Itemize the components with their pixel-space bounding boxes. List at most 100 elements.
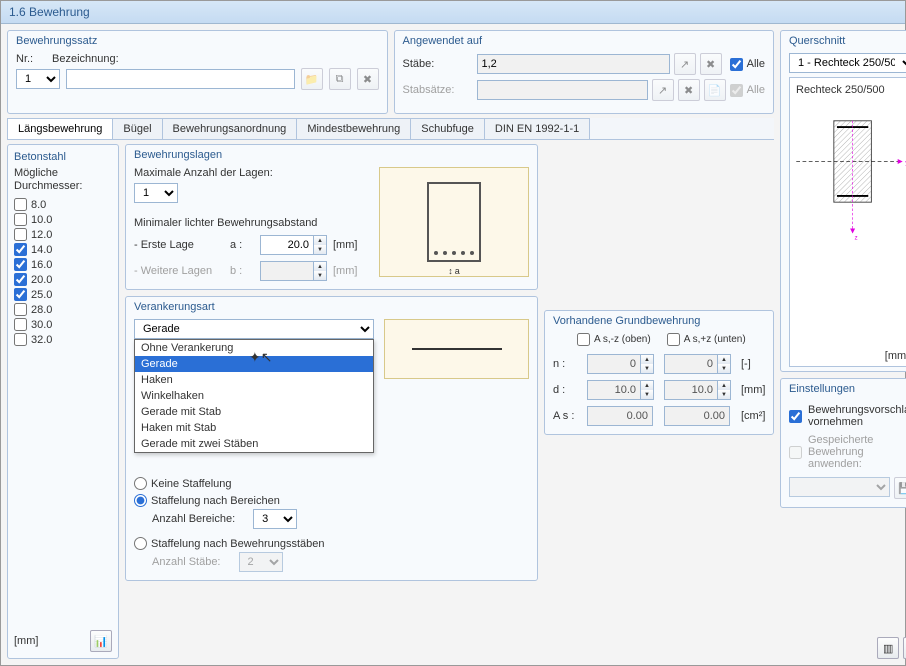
legend-betonstahl: Betonstahl: [14, 151, 112, 163]
save-icon[interactable]: 💾: [894, 477, 906, 499]
gespeichert-checkbox: [789, 446, 802, 459]
asz-unten-checkbox[interactable]: [667, 333, 680, 346]
legend-querschnitt: Querschnitt: [789, 35, 906, 47]
diam-10[interactable]: [14, 213, 27, 226]
radio-staffelung-bereich[interactable]: [134, 494, 147, 507]
b-symbol: b :: [230, 265, 254, 277]
a-symbol: a :: [230, 239, 254, 251]
a-unit: [mm]: [333, 239, 369, 251]
nr-label: Nr.:: [16, 53, 46, 65]
max-lagen-select[interactable]: 1: [134, 183, 178, 203]
clear-icon[interactable]: ✖: [700, 53, 722, 75]
diam-12[interactable]: [14, 228, 27, 241]
stabe-input[interactable]: [477, 54, 670, 74]
opt-ohne[interactable]: Ohne Verankerung: [135, 340, 373, 356]
verankerung-preview: [384, 319, 529, 379]
group-grundbewehrung: Vorhandene Grundbewehrung A s,-z (oben) …: [544, 310, 774, 435]
diam-sub-label: Mögliche Durchmesser:: [14, 167, 112, 193]
erste-lage-label: - Erste Lage: [134, 239, 224, 251]
verankerung-dropdown-wrap: Gerade Ohne Verankerung Gerade Haken Win…: [134, 319, 374, 379]
group-einstellungen: Einstellungen Bewehrungsvorschlag vorneh…: [780, 378, 906, 508]
stabe-label: Stäbe:: [403, 58, 473, 70]
opt-haken[interactable]: Haken: [135, 372, 373, 388]
opt-winkelhaken[interactable]: Winkelhaken: [135, 388, 373, 404]
qs-unit: [mm]: [885, 350, 906, 362]
d-unit: [mm]: [741, 384, 775, 396]
tab-panel: Betonstahl Mögliche Durchmesser: 8.0 10.…: [7, 144, 774, 659]
as1-input: [587, 406, 653, 426]
clear-icon[interactable]: ✖: [678, 79, 700, 101]
min-abstand-label: Minimaler lichter Bewehrungsabstand: [134, 217, 369, 229]
diam-8[interactable]: [14, 198, 27, 211]
opt-haken-stab[interactable]: Haken mit Stab: [135, 420, 373, 436]
anzahl-stabe-select: 2: [239, 552, 283, 572]
as-unit: [cm²]: [741, 410, 775, 422]
radio-keine-staffelung[interactable]: [134, 477, 147, 490]
n2-input: [664, 354, 718, 374]
tab-laengsbewehrung[interactable]: Längsbewehrung: [7, 118, 113, 139]
querschnitt-select[interactable]: 1 - Rechteck 250/500: [789, 53, 906, 73]
stabsatze-input: [477, 80, 648, 100]
anzahl-bereiche-label: Anzahl Bereiche:: [152, 513, 235, 525]
pick-icon[interactable]: ↗: [652, 79, 674, 101]
max-lagen-label: Maximale Anzahl der Lagen:: [134, 167, 369, 179]
legend-bewehrungssatz: Bewehrungssatz: [16, 35, 379, 47]
svg-text:z: z: [854, 235, 857, 242]
asz-unten-label: A s,+z (unten): [684, 334, 746, 345]
diam-list: 8.0 10.0 12.0 14.0 16.0 20.0 25.0 28.0 3…: [14, 197, 112, 630]
n1-input: [587, 354, 641, 374]
tab-mindestbewehrung[interactable]: Mindestbewehrung: [296, 118, 411, 139]
diam-14[interactable]: [14, 243, 27, 256]
folder-icon[interactable]: 📁: [301, 68, 323, 90]
tab-din[interactable]: DIN EN 1992-1-1: [484, 118, 590, 139]
bottom-icon-row: ▥ ▤: [780, 637, 906, 659]
tab-buegel[interactable]: Bügel: [112, 118, 162, 139]
a-up[interactable]: ▲: [314, 236, 326, 245]
pick-icon[interactable]: ↗: [674, 53, 696, 75]
n-unit: [-]: [741, 358, 775, 370]
group-verankerung: Verankerungsart Gerade Ohne Verankerung …: [125, 296, 538, 581]
tab-schubfuge[interactable]: Schubfuge: [410, 118, 485, 139]
content-area: Bewehrungssatz Nr.: Bezeichnung: 1 📁 ⧉ ✖: [1, 24, 905, 665]
alle-stabe-checkbox[interactable]: [730, 58, 743, 71]
anzahl-stabe-label: Anzahl Stäbe:: [152, 556, 221, 568]
d1-input: [587, 380, 641, 400]
diam-16[interactable]: [14, 258, 27, 271]
verankerung-select[interactable]: Gerade: [134, 319, 374, 339]
gespeichert-select: [789, 477, 890, 497]
a-down[interactable]: ▼: [314, 245, 326, 254]
asz-oben-checkbox[interactable]: [577, 333, 590, 346]
vorschlag-checkbox[interactable]: [789, 410, 802, 423]
bez-input[interactable]: [66, 69, 295, 89]
opt-gerade[interactable]: Gerade: [135, 356, 373, 372]
verankerung-dropdown-list[interactable]: Ohne Verankerung Gerade Haken Winkelhake…: [134, 339, 374, 453]
alle-stabe-label: Alle: [747, 58, 765, 70]
left-column: Bewehrungssatz Nr.: Bezeichnung: 1 📁 ⧉ ✖: [7, 30, 774, 659]
window-title: 1.6 Bewehrung: [9, 5, 90, 19]
diam-20[interactable]: [14, 273, 27, 286]
diam-30[interactable]: [14, 318, 27, 331]
diam-32[interactable]: [14, 333, 27, 346]
delete-icon[interactable]: ✖: [357, 68, 379, 90]
right-column: Querschnitt 1 - Rechteck 250/500 Rechtec…: [780, 30, 906, 659]
group-querschnitt: Querschnitt 1 - Rechteck 250/500 Rechtec…: [780, 30, 906, 372]
top-row: Bewehrungssatz Nr.: Bezeichnung: 1 📁 ⧉ ✖: [7, 30, 774, 114]
legend-grund: Vorhandene Grundbewehrung: [553, 315, 765, 327]
settings-icon[interactable]: 📊: [90, 630, 112, 652]
opt-gerade-2stab[interactable]: Gerade mit zwei Stäben: [135, 436, 373, 452]
legend-settings: Einstellungen: [789, 383, 906, 395]
duplicate-icon[interactable]: ⧉: [329, 68, 351, 90]
anzahl-bereiche-select[interactable]: 3: [253, 509, 297, 529]
radio-staffelung-stabe[interactable]: [134, 537, 147, 550]
tab-bewehrungsanordnung[interactable]: Bewehrungsanordnung: [162, 118, 298, 139]
diam-28[interactable]: [14, 303, 27, 316]
vorschlag-label: Bewehrungsvorschlag vornehmen: [808, 404, 906, 428]
opt-gerade-stab[interactable]: Gerade mit Stab: [135, 404, 373, 420]
diam-25[interactable]: [14, 288, 27, 301]
nr-select[interactable]: 1: [16, 69, 60, 89]
asz-oben-label: A s,-z (oben): [594, 334, 651, 345]
view1-icon[interactable]: ▥: [877, 637, 899, 659]
alle-stabsatze-label: Alle: [747, 84, 765, 96]
a-value-input[interactable]: [260, 235, 314, 255]
add-set-icon[interactable]: 📄: [704, 79, 726, 101]
